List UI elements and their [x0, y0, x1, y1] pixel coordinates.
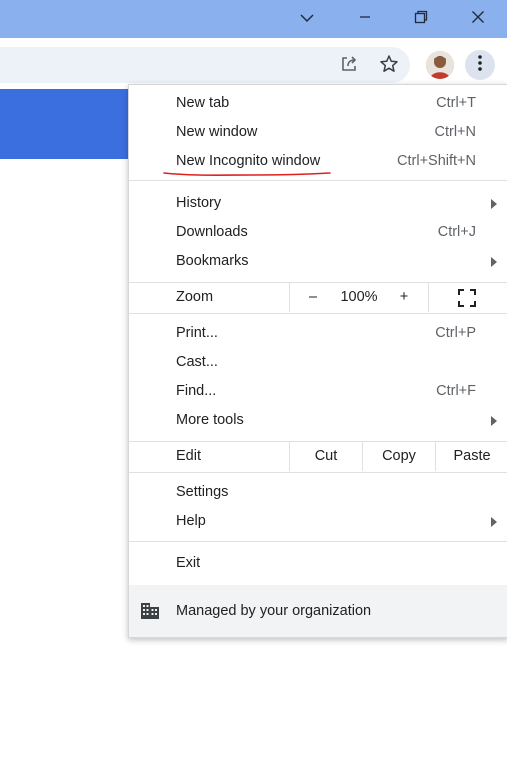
menu-item-shortcut: Ctrl+F [436, 383, 476, 399]
chrome-menu: New tab Ctrl+T New window Ctrl+N New Inc… [128, 84, 507, 638]
menu-item-label: Cast... [176, 354, 218, 370]
chevron-down-icon [300, 10, 314, 28]
tab-search-button[interactable] [279, 0, 335, 38]
menu-item-cast[interactable]: Cast... [129, 348, 507, 377]
menu-item-new-window[interactable]: New window Ctrl+N [129, 118, 507, 147]
menu-item-shortcut: Ctrl+N [434, 124, 477, 140]
menu-item-label: Print... [176, 325, 218, 341]
menu-item-label: New Incognito window [176, 153, 321, 169]
paste-button[interactable]: Paste [436, 448, 507, 464]
building-icon [140, 602, 160, 624]
minimize-icon [359, 10, 371, 28]
zoom-label: Zoom [176, 289, 214, 305]
menu-item-find[interactable]: Find... Ctrl+F [129, 377, 507, 406]
menu-item-label: Downloads [176, 224, 248, 240]
close-icon [471, 10, 485, 29]
menu-item-shortcut: Ctrl+J [437, 224, 476, 240]
menu-item-label: Settings [176, 484, 229, 500]
cut-button[interactable]: Cut [290, 448, 362, 464]
menu-zoom-row: Zoom – 100% + [129, 283, 507, 312]
menu-item-more-tools[interactable]: More tools [129, 406, 507, 435]
menu-item-downloads[interactable]: Downloads Ctrl+J [129, 218, 507, 247]
menu-item-label: History [176, 195, 222, 211]
share-button[interactable] [334, 51, 364, 81]
menu-item-label: Bookmarks [176, 253, 249, 269]
submenu-arrow-icon [491, 257, 497, 267]
menu-divider [129, 313, 507, 314]
menu-item-shortcut: Ctrl+P [435, 325, 476, 341]
managed-label: Managed by your organization [176, 603, 372, 619]
zoom-in-button[interactable]: + [397, 289, 411, 305]
menu-divider [129, 541, 507, 542]
close-button[interactable] [450, 0, 506, 38]
menu-item-bookmarks[interactable]: Bookmarks [129, 247, 507, 276]
managed-by-organization[interactable]: Managed by your organization [129, 585, 507, 637]
menu-item-history[interactable]: History [129, 189, 507, 218]
title-bar [0, 0, 507, 38]
menu-item-label: More tools [176, 412, 244, 428]
menu-item-new-tab[interactable]: New tab Ctrl+T [129, 89, 507, 118]
edit-label: Edit [176, 448, 201, 464]
menu-item-label: New window [176, 124, 258, 140]
submenu-arrow-icon [491, 199, 497, 209]
menu-item-print[interactable]: Print... Ctrl+P [129, 319, 507, 348]
menu-divider [129, 180, 507, 181]
share-icon [339, 54, 359, 79]
bookmark-button[interactable] [374, 51, 404, 81]
minimize-button[interactable] [337, 0, 393, 38]
menu-item-label: New tab [176, 95, 230, 111]
menu-item-label: Exit [176, 555, 201, 571]
copy-button[interactable]: Copy [363, 448, 435, 464]
fullscreen-icon[interactable] [458, 289, 476, 311]
menu-item-shortcut: Ctrl+Shift+N [397, 153, 476, 169]
menu-item-settings[interactable]: Settings [129, 478, 507, 507]
menu-item-label: Help [176, 513, 206, 529]
zoom-out-button[interactable]: – [307, 289, 319, 305]
avatar[interactable] [426, 51, 454, 79]
submenu-arrow-icon [491, 517, 497, 527]
menu-edit-row: Edit Cut Copy Paste [129, 442, 507, 471]
zoom-divider [289, 283, 290, 312]
menu-item-shortcut: Ctrl+T [436, 95, 476, 111]
menu-item-exit[interactable]: Exit [129, 549, 507, 578]
restore-icon [414, 10, 428, 29]
kebab-menu-icon [478, 54, 482, 76]
zoom-divider [428, 283, 429, 312]
star-icon [379, 54, 399, 79]
menu-item-help[interactable]: Help [129, 507, 507, 536]
zoom-level-value: 100% [340, 289, 378, 305]
chrome-menu-button[interactable] [465, 50, 495, 80]
submenu-arrow-icon [491, 416, 497, 426]
restore-button[interactable] [393, 0, 449, 38]
menu-divider [129, 472, 507, 473]
menu-item-label: Find... [176, 383, 217, 399]
page-banner [0, 89, 140, 159]
red-underline-annotation [163, 172, 331, 176]
